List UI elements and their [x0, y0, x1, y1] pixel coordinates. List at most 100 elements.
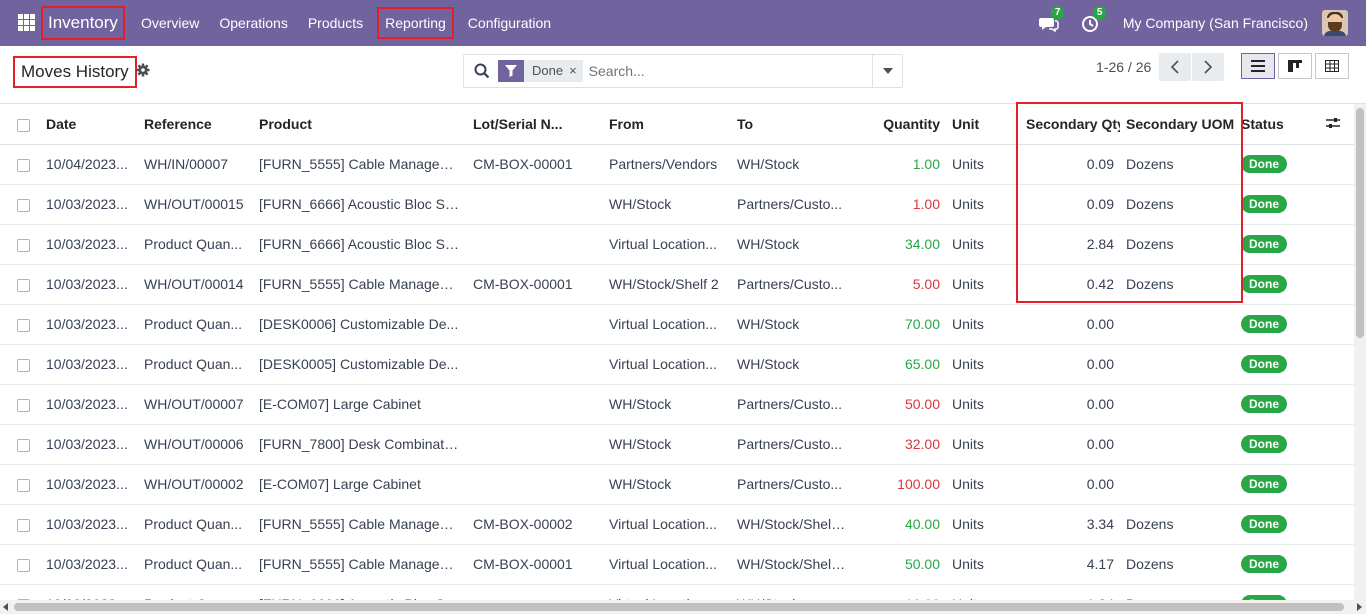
activity-menu[interactable]: 5 [1081, 6, 1107, 34]
cell-date: 10/03/2023... [40, 424, 138, 465]
cell-from: Virtual Location... [603, 224, 731, 265]
cell-product: [FURN_7800] Desk Combination [253, 424, 467, 465]
menu-configuration[interactable]: Configuration [458, 0, 561, 46]
scroll-right-arrow-icon[interactable] [1357, 603, 1362, 611]
row-checkbox[interactable] [17, 438, 30, 452]
row-select-cell [0, 504, 40, 545]
table-row[interactable]: 10/03/2023...Product Quan...[FURN_6666] … [0, 584, 1354, 600]
search-icon[interactable] [474, 63, 490, 79]
row-checkbox[interactable] [17, 198, 30, 212]
column-from[interactable]: From [603, 104, 731, 145]
row-select-cell [0, 344, 40, 385]
cell-to: WH/Stock/Shelf 2 [731, 544, 852, 585]
menu-products[interactable]: Products [298, 0, 373, 46]
select-all-checkbox[interactable] [17, 118, 30, 132]
column-lot-serial[interactable]: Lot/Serial N... [467, 104, 603, 145]
row-checkbox[interactable] [17, 558, 30, 572]
column-secondary-qty[interactable]: Secondary Qty [1020, 104, 1120, 145]
cell-secondary-uom: Dozens [1120, 504, 1235, 545]
cell-quantity: 5.00 [852, 264, 946, 305]
kanban-view-button[interactable] [1278, 53, 1312, 79]
search-input[interactable] [588, 63, 849, 79]
table-row[interactable]: 10/03/2023... WH/OUT/00014 [FURN_5555] Cab… [0, 264, 1354, 305]
menu-overview[interactable]: Overview [131, 0, 209, 46]
vertical-scrollbar[interactable] [1354, 104, 1366, 600]
search-options-toggle[interactable] [872, 55, 902, 87]
row-checkbox[interactable] [17, 398, 30, 412]
column-settings[interactable] [1320, 104, 1354, 145]
column-to[interactable]: To [731, 104, 852, 145]
cell-lot-serial: CM-BOX-00002 [467, 504, 603, 545]
cell-lot-serial [467, 464, 603, 505]
pivot-view-button[interactable] [1315, 53, 1349, 79]
table-row[interactable]: 10/03/2023... WH/OUT/00015 [FURN_6666] Aco… [0, 184, 1354, 225]
cell-date: 10/03/2023... [40, 344, 138, 385]
app-brand-inventory[interactable]: Inventory [41, 6, 125, 40]
cell-product: [FURN_5555] Cable Managem... [253, 264, 467, 305]
cell-secondary-qty: 0.09 [1020, 144, 1120, 185]
cell-product: [E-COM07] Large Cabinet [253, 464, 467, 505]
pager-next-button[interactable] [1192, 53, 1224, 81]
column-reference[interactable]: Reference [138, 104, 253, 145]
column-status[interactable]: Status [1235, 104, 1320, 145]
pager-previous-button[interactable] [1159, 53, 1191, 81]
scroll-left-arrow-icon[interactable] [3, 603, 8, 611]
caret-down-icon [882, 68, 893, 74]
main-menu: Overview Operations Products Reporting C… [131, 0, 561, 46]
row-checkbox[interactable] [17, 358, 30, 372]
sliders-icon [1326, 117, 1340, 128]
column-quantity[interactable]: Quantity [852, 104, 946, 145]
table-row[interactable]: 10/03/2023... Product Quan... [FURN_5555] … [0, 544, 1354, 585]
horizontal-scroll-thumb[interactable] [14, 603, 1344, 611]
row-checkbox[interactable] [17, 478, 30, 492]
column-secondary-uom[interactable]: Secondary UOM [1120, 104, 1235, 145]
cell-lot-serial [467, 344, 603, 385]
cell-secondary-uom: Dozens [1120, 584, 1235, 600]
facet-remove-icon[interactable]: × [569, 60, 583, 82]
cell-to: Partners/Custo... [731, 184, 852, 225]
cell-secondary-qty: 4.17 [1020, 544, 1120, 585]
messaging-menu[interactable]: 7 [1038, 6, 1065, 34]
cell-to: Partners/Custo... [731, 384, 852, 425]
row-checkbox[interactable] [17, 518, 30, 532]
row-checkbox[interactable] [17, 278, 30, 292]
menu-reporting[interactable]: Reporting [377, 7, 454, 39]
table-row[interactable]: 10/03/2023... Product Quan... [FURN_5555] … [0, 504, 1354, 545]
row-end-cell [1320, 224, 1354, 265]
page-title[interactable]: Moves History [13, 56, 137, 88]
gear-icon[interactable] [136, 63, 150, 77]
row-checkbox[interactable] [17, 318, 30, 332]
table-row[interactable]: 10/03/2023... WH/OUT/00002 [E-COM07] Large… [0, 464, 1354, 505]
apps-menu-icon[interactable] [18, 14, 35, 31]
menu-operations[interactable]: Operations [209, 0, 297, 46]
pager-value[interactable]: 1-26 / 26 [1096, 59, 1151, 75]
vertical-scroll-thumb[interactable] [1356, 108, 1364, 338]
cell-unit: Units [946, 144, 1020, 185]
company-switcher[interactable]: My Company (San Francisco) [1123, 15, 1308, 31]
row-end-cell [1320, 544, 1354, 585]
cell-lot-serial [467, 584, 603, 600]
cell-date: 10/03/2023... [40, 584, 138, 600]
cell-secondary-qty: 3.34 [1020, 504, 1120, 545]
column-product[interactable]: Product [253, 104, 467, 145]
table-row[interactable]: 10/03/2023...Product Quan...[FURN_6666] … [0, 224, 1354, 265]
table-row[interactable]: 10/03/2023... Product Quan... [DESK0006] C… [0, 304, 1354, 345]
table-row[interactable]: 10/04/2023... WH/IN/00007 [FURN_5555] Cabl… [0, 144, 1354, 185]
table-row[interactable]: 10/03/2023... WH/OUT/00006 [FURN_7800] Des… [0, 424, 1354, 465]
row-checkbox[interactable] [17, 158, 30, 172]
status-badge: Done [1241, 395, 1287, 413]
cell-lot-serial: CM-BOX-00001 [467, 544, 603, 585]
cell-date: 10/03/2023... [40, 184, 138, 225]
column-unit[interactable]: Unit [946, 104, 1020, 145]
table-row[interactable]: 10/03/2023... Product Quan... [DESK0005] C… [0, 344, 1354, 385]
column-date[interactable]: Date [40, 104, 138, 145]
horizontal-scrollbar[interactable] [0, 600, 1366, 614]
cell-status: Done [1235, 584, 1320, 600]
cell-unit: Units [946, 464, 1020, 505]
row-select-cell [0, 544, 40, 585]
row-checkbox[interactable] [17, 238, 30, 252]
user-avatar[interactable] [1322, 10, 1348, 36]
messages-count-badge: 7 [1050, 6, 1065, 20]
table-row[interactable]: 10/03/2023... WH/OUT/00007 [E-COM07] Large… [0, 384, 1354, 425]
list-view-button[interactable] [1241, 53, 1275, 79]
